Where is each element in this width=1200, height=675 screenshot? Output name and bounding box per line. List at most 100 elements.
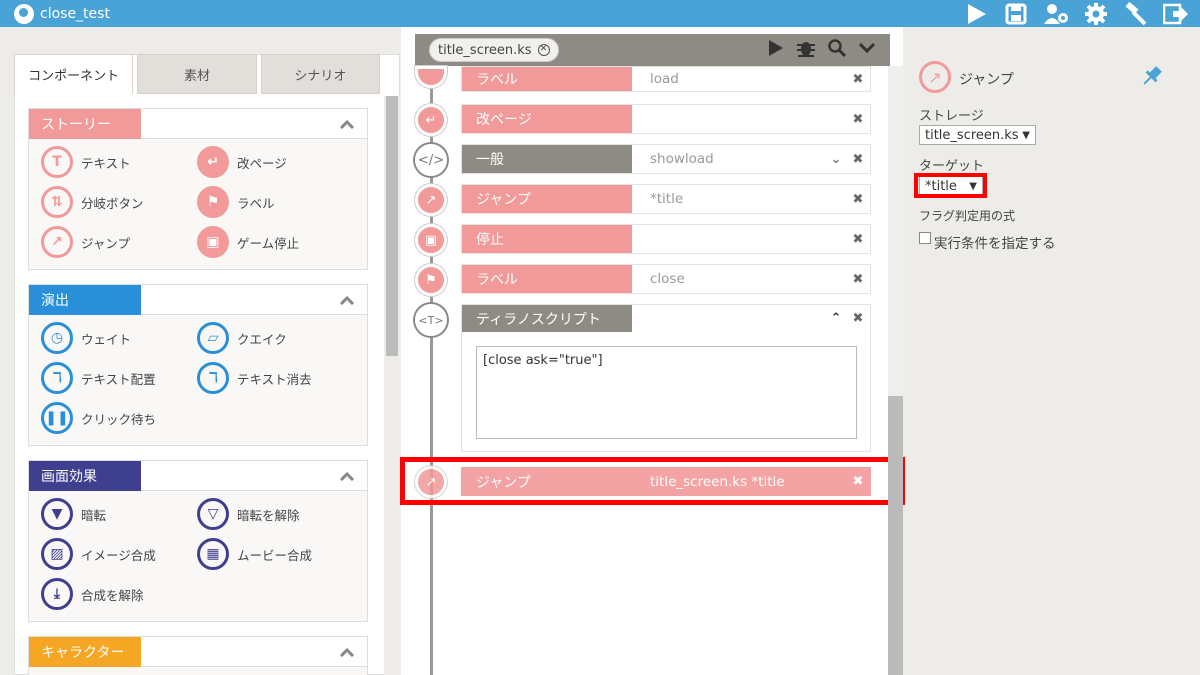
delete-icon[interactable]: ✖	[846, 272, 870, 287]
command-row-general[interactable]: 一般 showload ⌄ ✖	[461, 144, 871, 174]
component-click-wait[interactable]: ❚❚ クリック待ち	[41, 401, 197, 435]
command-value: showload	[650, 151, 714, 167]
command-value: close	[650, 271, 685, 287]
return-arrow-icon: ↵	[197, 146, 229, 178]
script-textarea[interactable]: [close ask="true"]	[476, 346, 857, 439]
component-text[interactable]: T テキスト	[41, 145, 197, 179]
storage-label: ストレージ	[919, 109, 984, 124]
pin-icon[interactable]	[1140, 64, 1164, 92]
left-scrollbar-thumb[interactable]	[386, 96, 398, 356]
image-icon: ▨	[41, 538, 73, 570]
command-name: 停止	[462, 225, 632, 253]
delete-icon[interactable]: ✖	[846, 72, 870, 87]
return-arrow-icon: ↵	[415, 104, 447, 136]
component-label[interactable]: ⚑ ラベル	[197, 185, 353, 219]
component-game-stop[interactable]: ▣ ゲーム停止	[197, 225, 353, 259]
component-fade-in[interactable]: ▽ 暗転を解除	[197, 497, 353, 531]
left-scrollbar[interactable]	[384, 96, 400, 675]
editor-scrollbar-thumb[interactable]	[888, 396, 903, 675]
gear-icon[interactable]	[1082, 2, 1110, 26]
jump-icon: ↗	[415, 184, 447, 216]
top-bar: close_test	[0, 0, 1200, 27]
category-effects: 演出 ◷ ウェイト ▱ クエイク ℸ テキスト配置 ℸ テキスト消去 ❚❚ クリック待ち	[28, 284, 368, 446]
file-tab-bar: title_screen.ks ✕	[415, 34, 890, 66]
jump-icon: ↗	[919, 61, 951, 93]
text-clear-icon: ℸ	[197, 362, 229, 394]
category-screen-effects-title: 画面効果	[29, 461, 141, 491]
command-name: 一般	[462, 145, 632, 173]
component-image-composite[interactable]: ▨ イメージ合成	[41, 537, 197, 571]
delete-icon[interactable]: ✖	[846, 192, 870, 207]
command-name: ラベル	[462, 265, 632, 293]
selection-highlight	[400, 457, 905, 505]
category-story-title: ストーリー	[29, 109, 141, 139]
flag-icon: ⚑	[415, 264, 447, 296]
command-row-stop[interactable]: 停止 ✖	[461, 224, 871, 254]
save-icon[interactable]	[1002, 2, 1030, 26]
command-row-page-break[interactable]: 改ページ ✖	[461, 104, 871, 134]
editor-scrollbar[interactable]	[888, 66, 903, 675]
text-position-icon: ℸ	[41, 362, 73, 394]
delete-icon[interactable]: ✖	[846, 112, 870, 127]
tab-components[interactable]: コンポーネント	[14, 54, 134, 94]
branch-icon: ⇅	[41, 186, 73, 218]
condition-checkbox[interactable]	[919, 232, 931, 244]
component-jump[interactable]: ↗ ジャンプ	[41, 225, 197, 259]
exit-icon[interactable]	[1162, 2, 1190, 26]
app-logo-icon	[14, 3, 34, 24]
chevron-up-icon[interactable]	[327, 285, 367, 314]
component-composite-release[interactable]: ⤓ 合成を解除	[41, 577, 197, 611]
command-row-tyrano-script[interactable]: ティラノスクリプト ⌃ ✖	[461, 304, 871, 333]
tab-scenario[interactable]: シナリオ	[260, 54, 380, 94]
play-icon[interactable]	[766, 39, 784, 61]
command-row-label-close[interactable]: ラベル close ✖	[461, 264, 871, 294]
command-name: ラベル	[462, 67, 632, 91]
clock-icon: ◷	[41, 322, 73, 354]
command-row-jump[interactable]: ジャンプ *title ✖	[461, 184, 871, 214]
flag-icon: ⚑	[197, 186, 229, 218]
delete-icon[interactable]: ✖	[846, 152, 870, 167]
film-icon: ▦	[197, 538, 229, 570]
component-branch-button[interactable]: ⇅ 分岐ボタン	[41, 185, 197, 219]
delete-icon[interactable]: ✖	[846, 232, 870, 247]
property-title: ジャンプ	[959, 72, 1014, 88]
category-character: キャラクター	[28, 636, 368, 675]
quake-icon: ▱	[197, 322, 229, 354]
component-text-position[interactable]: ℸ テキスト配置	[41, 361, 197, 395]
left-tabs: コンポーネント 素材 シナリオ	[14, 54, 384, 94]
command-row-label-load[interactable]: ラベル load ✖	[461, 66, 871, 92]
bug-icon[interactable]	[796, 39, 816, 61]
search-icon[interactable]	[828, 39, 847, 61]
hammer-icon[interactable]	[1122, 1, 1150, 26]
chevron-down-icon[interactable]: ⌄	[826, 152, 846, 167]
component-page-break[interactable]: ↵ 改ページ	[197, 145, 353, 179]
chevron-up-icon[interactable]	[327, 461, 367, 490]
category-story: ストーリー T テキスト ↵ 改ページ ⇅ 分岐ボタン ⚑ ラベル ↗ ジャンプ ▣ ゲーム…	[28, 108, 368, 270]
category-character-title: キャラクター	[29, 637, 141, 667]
component-fade-out[interactable]: ▼ 暗転	[41, 497, 197, 531]
command-name: ジャンプ	[462, 185, 632, 213]
storage-select[interactable]: title_screen.ks ▼	[919, 125, 1036, 145]
close-tab-icon[interactable]: ✕	[537, 44, 550, 56]
command-name: ティラノスクリプト	[462, 304, 632, 333]
command-value: load	[650, 71, 679, 87]
component-wait[interactable]: ◷ ウェイト	[41, 321, 197, 355]
file-tab[interactable]: title_screen.ks ✕	[429, 38, 559, 62]
app-title: close_test	[40, 5, 110, 22]
condition-label: 実行条件を指定する	[934, 236, 1056, 252]
users-gear-icon[interactable]	[1042, 2, 1070, 26]
chevron-up-icon[interactable]	[327, 109, 367, 138]
play-icon[interactable]	[962, 2, 990, 26]
component-quake[interactable]: ▱ クエイク	[197, 321, 353, 355]
component-movie-composite[interactable]: ▦ ムービー合成	[197, 537, 353, 571]
component-text-clear[interactable]: ℸ テキスト消去	[197, 361, 353, 395]
chevron-up-icon[interactable]: ⌃	[826, 311, 846, 326]
category-effects-title: 演出	[29, 285, 141, 315]
flag-expression-label: フラグ判定用の式	[919, 209, 1016, 223]
target-label: ターゲット	[919, 159, 985, 174]
curtain-icon: ▼	[41, 498, 73, 530]
chevron-up-icon[interactable]	[327, 637, 367, 666]
tab-assets[interactable]: 素材	[137, 54, 257, 94]
delete-icon[interactable]: ✖	[846, 311, 870, 326]
chevron-down-icon[interactable]	[858, 39, 876, 61]
